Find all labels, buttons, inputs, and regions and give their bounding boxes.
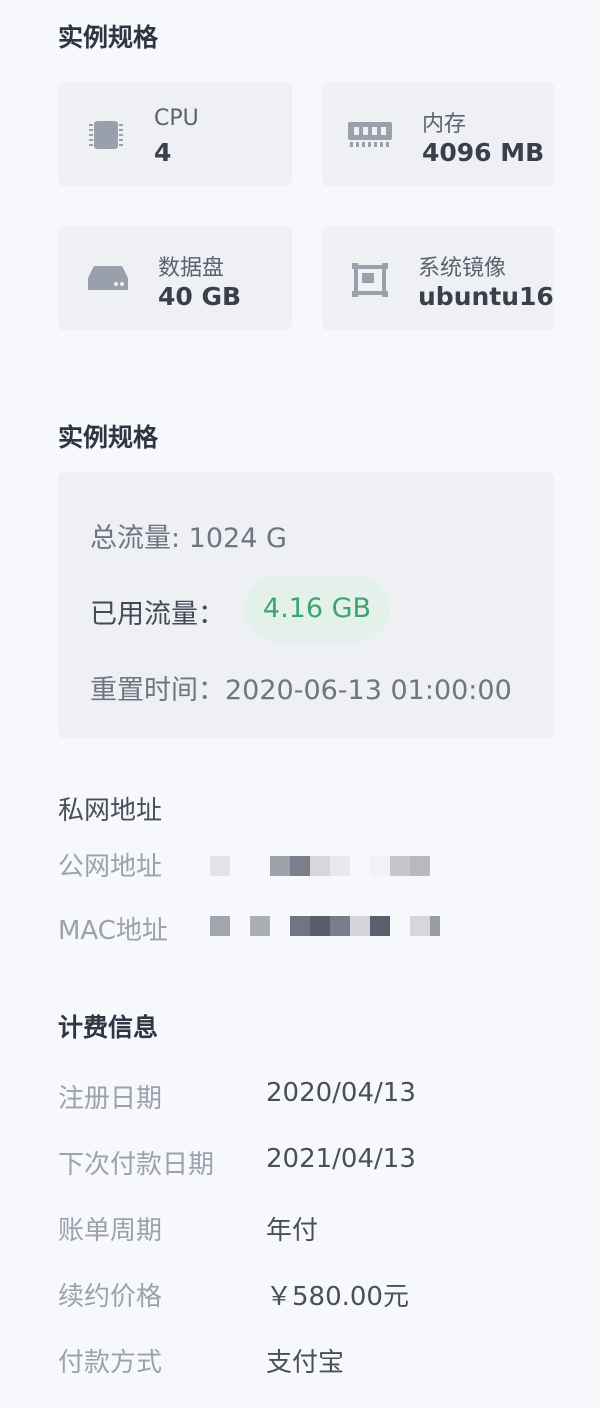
billing-label-renewal-price: 续约价格 xyxy=(58,1282,163,1312)
hard-disk-icon xyxy=(88,266,128,290)
used-traffic-badge: 4.16 GB xyxy=(244,576,390,642)
billing-value-billing-cycle: 年付 xyxy=(266,1216,319,1246)
billing-label-payment-method: 付款方式 xyxy=(58,1348,163,1378)
spec-section-title: 实例规格 xyxy=(58,23,159,52)
memory-label: 内存 xyxy=(422,112,467,137)
system-image-label: 系统镜像 xyxy=(418,256,507,281)
public-ip-redacted xyxy=(210,856,440,876)
billing-section-title: 计费信息 xyxy=(58,1013,159,1042)
mac-address-label: MAC地址 xyxy=(58,916,168,946)
billing-label-registration-date: 注册日期 xyxy=(58,1084,163,1114)
billing-value-registration-date: 2020/04/13 xyxy=(266,1078,416,1108)
cpu-label: CPU xyxy=(154,106,199,131)
public-ip-label: 公网地址 xyxy=(58,852,163,882)
total-traffic: 总流量: 1024 G xyxy=(90,523,287,554)
disk-value: 40 GB xyxy=(158,282,242,311)
disk-label: 数据盘 xyxy=(158,256,225,281)
traffic-section-title: 实例规格 xyxy=(58,423,159,452)
billing-value-renewal-price: ￥580.00元 xyxy=(266,1282,409,1312)
private-ip-label: 私网地址 xyxy=(58,796,163,826)
system-image-value: ubuntu16.4 xyxy=(418,282,554,311)
disk-card: 数据盘 40 GB xyxy=(58,226,292,330)
billing-label-billing-cycle: 账单周期 xyxy=(58,1216,163,1246)
system-image-icon xyxy=(352,263,388,297)
memory-card: 内存 4096 MB xyxy=(322,82,554,186)
reset-time: 重置时间：2020-06-13 01:00:00 xyxy=(90,675,512,706)
billing-value-payment-method: 支付宝 xyxy=(266,1348,345,1378)
memory-ram-icon xyxy=(348,122,392,147)
cpu-card: CPU 4 xyxy=(58,82,292,186)
system-image-card: 系统镜像 ubuntu16.4 xyxy=(322,226,554,330)
mac-address-redacted xyxy=(210,916,442,936)
memory-value: 4096 MB xyxy=(422,138,545,167)
cpu-value: 4 xyxy=(154,138,172,167)
billing-value-next-payment-date: 2021/04/13 xyxy=(266,1144,416,1174)
cpu-chip-icon xyxy=(89,121,123,149)
billing-label-next-payment-date: 下次付款日期 xyxy=(58,1150,215,1180)
used-traffic-label: 已用流量： xyxy=(90,599,225,630)
